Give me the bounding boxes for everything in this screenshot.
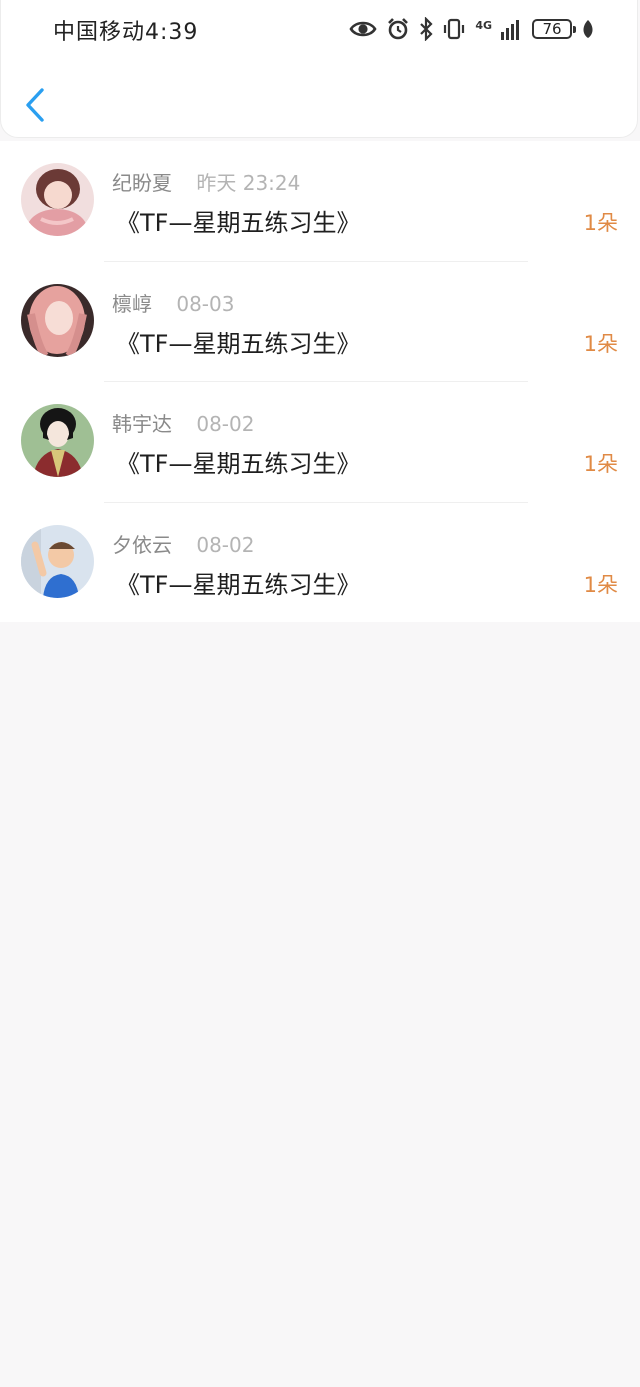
- message-title: 《TF—星期五练习生》: [116, 329, 361, 358]
- message-list: 纪盼夏 昨天 23:24 《TF—星期五练习生》 1朵 檩崞 08-03 《TF…: [0, 141, 640, 622]
- avatar[interactable]: [21, 524, 94, 598]
- list-item[interactable]: 檩崞 08-03 《TF—星期五练习生》 1朵: [0, 262, 640, 382]
- sender-name: 纪盼夏: [112, 171, 172, 195]
- network-type: 4G: [475, 18, 492, 32]
- message-title: 《TF—星期五练习生》: [116, 570, 361, 599]
- sender-line: 纪盼夏 昨天 23:24: [112, 167, 300, 196]
- app-header: 中国移动4:39 4G 76: [0, 0, 638, 138]
- message-time: 08-02: [196, 412, 255, 436]
- flower-count: 1朵: [583, 572, 618, 597]
- sender-line: 韩宇达 08-02: [112, 408, 254, 437]
- battery-indicator: 76: [532, 19, 576, 39]
- 4g-signal-icon: [501, 20, 519, 40]
- leaf-icon: [583, 20, 593, 38]
- message-title: 《TF—星期五练习生》: [116, 209, 361, 237]
- flower-count: 1朵: [583, 452, 618, 476]
- avatar[interactable]: [21, 283, 94, 357]
- carrier-time: 中国移动4:39: [53, 20, 199, 45]
- sender-line: 夕依云 08-02: [112, 529, 254, 558]
- alarm-icon: [388, 18, 409, 40]
- sender-name: 韩宇达: [112, 412, 172, 436]
- list-item[interactable]: 夕依云 08-02 《TF—星期五练习生》 1朵: [0, 503, 640, 624]
- chevron-left-icon: [26, 88, 44, 122]
- list-item[interactable]: 韩宇达 08-02 《TF—星期五练习生》 1朵: [0, 382, 640, 503]
- battery-level: 76: [542, 20, 562, 38]
- status-bar: 中国移动4:39 4G 76: [1, 0, 640, 60]
- sender-name: 夕依云: [112, 532, 172, 557]
- flower-count: 1朵: [583, 211, 618, 235]
- sender-name: 檩崞: [112, 291, 152, 316]
- back-button[interactable]: [21, 86, 51, 124]
- bluetooth-icon: [420, 17, 433, 41]
- flower-count: 1朵: [583, 331, 618, 356]
- eye-icon: [349, 21, 377, 37]
- message-time: 昨天 23:24: [196, 171, 301, 195]
- message-time: 08-03: [176, 291, 235, 316]
- vibrate-icon: [444, 18, 465, 40]
- status-icons: 4G 76: [349, 14, 595, 44]
- message-title: 《TF—星期五练习生》: [116, 450, 361, 478]
- avatar[interactable]: [21, 163, 94, 236]
- list-item[interactable]: 纪盼夏 昨天 23:24 《TF—星期五练习生》 1朵: [0, 141, 640, 262]
- message-time: 08-02: [196, 532, 255, 557]
- avatar[interactable]: [21, 404, 94, 477]
- sender-line: 檩崞 08-03: [112, 288, 234, 317]
